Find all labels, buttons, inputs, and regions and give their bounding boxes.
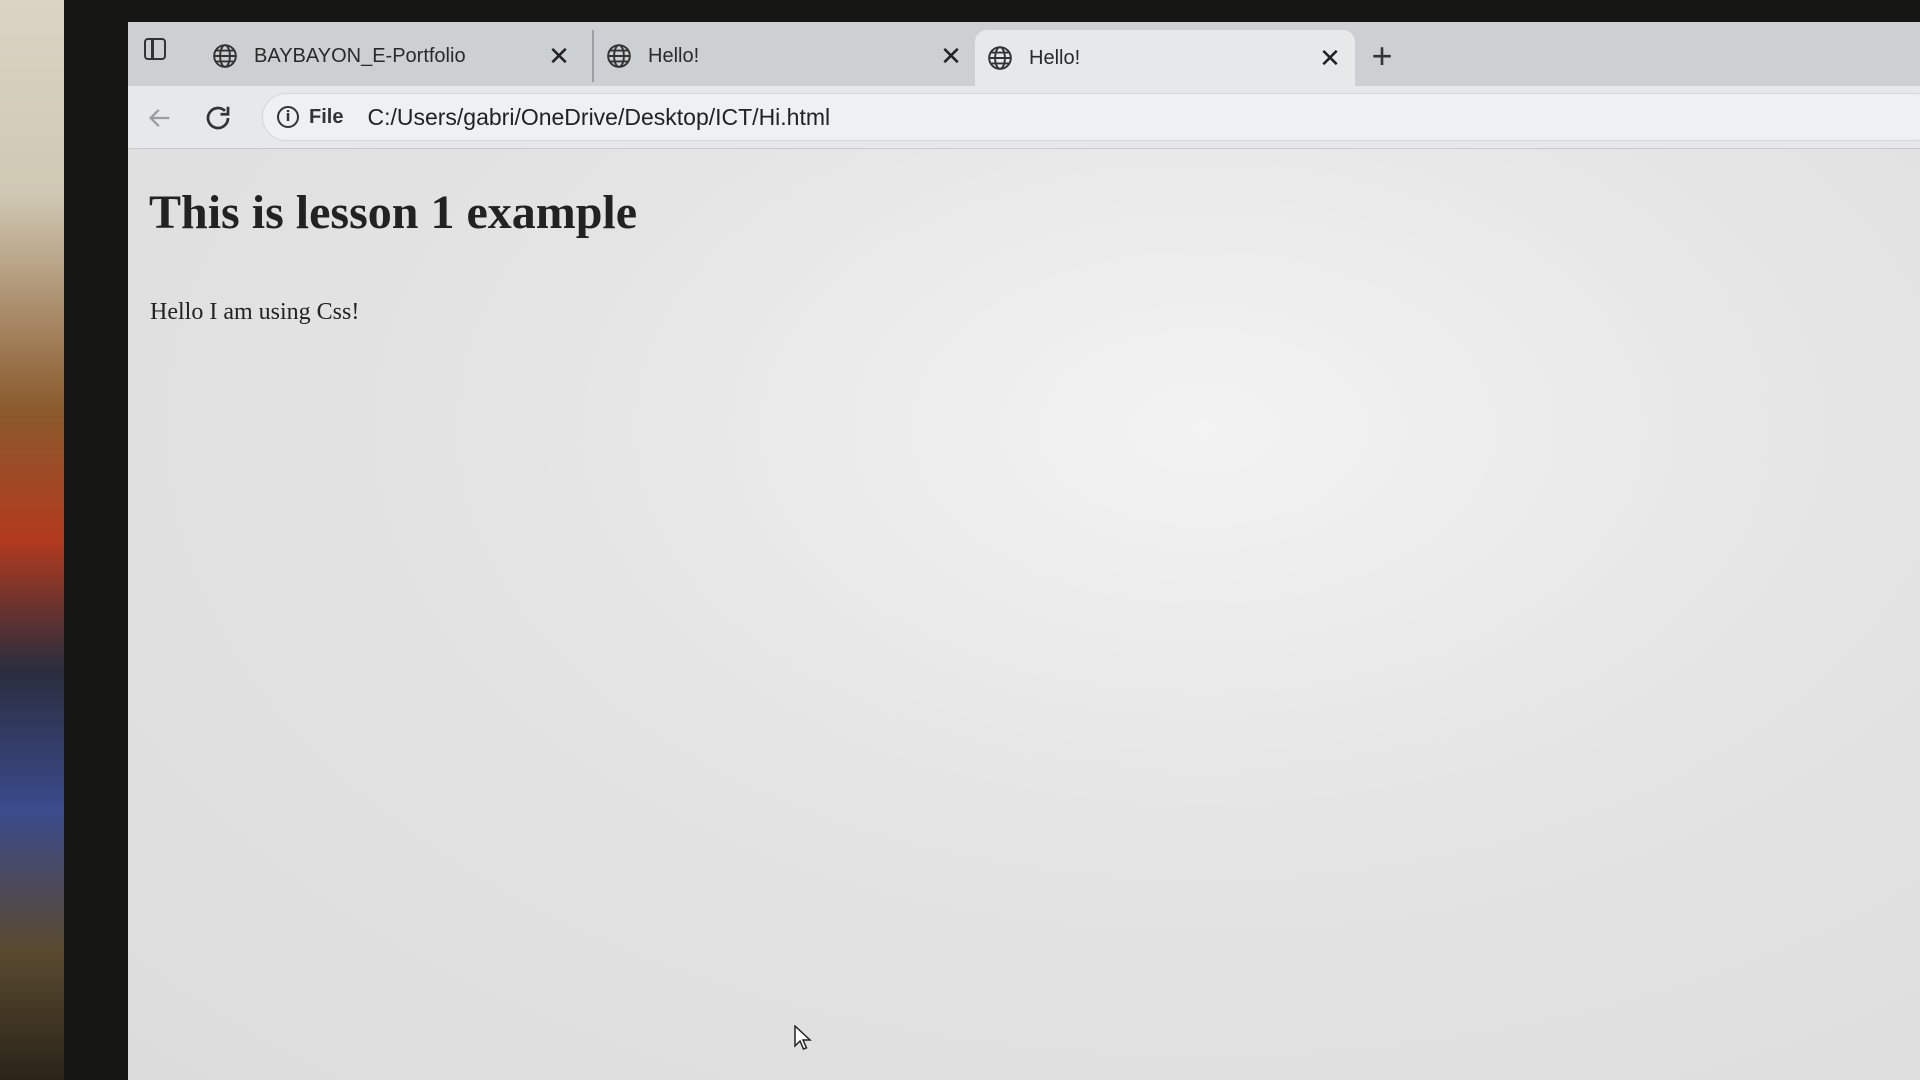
tab-label: BAYBAYON_E-Portfolio bbox=[254, 44, 466, 67]
close-tab-icon[interactable]: ✕ bbox=[938, 43, 964, 69]
url-text[interactable]: C:/Users/gabri/OneDrive/Desktop/ICT/Hi.h… bbox=[367, 104, 830, 131]
globe-icon bbox=[988, 46, 1012, 70]
address-bar[interactable]: i File C:/Users/gabri/OneDrive/Desktop/I… bbox=[262, 93, 1920, 141]
tab-label: Hello! bbox=[1029, 46, 1081, 69]
mouse-cursor-icon bbox=[794, 1025, 812, 1050]
page-paragraph: Hello I am using Css! bbox=[150, 299, 360, 325]
info-icon[interactable]: i bbox=[277, 106, 299, 128]
close-tab-icon[interactable]: ✕ bbox=[546, 43, 572, 69]
back-arrow-icon bbox=[149, 109, 170, 127]
page-heading: This is lesson 1 example bbox=[149, 186, 638, 239]
globe-icon bbox=[607, 44, 631, 68]
browser-toolbar: i File C:/Users/gabri/OneDrive/Desktop/I… bbox=[128, 86, 1920, 149]
tab-hello-active[interactable]: Hello! ✕ bbox=[975, 30, 1355, 86]
close-tab-icon[interactable]: ✕ bbox=[1317, 45, 1343, 71]
globe-icon bbox=[213, 44, 237, 68]
reload-icon bbox=[206, 106, 230, 130]
scheme-label: File bbox=[309, 105, 344, 128]
tab-hello[interactable]: Hello! ✕ bbox=[592, 30, 976, 82]
tab-label: Hello! bbox=[648, 44, 700, 67]
sidebar-toggle-icon[interactable] bbox=[144, 38, 166, 60]
tab-baybayon-portfolio[interactable]: BAYBAYON_E-Portfolio ✕ bbox=[200, 30, 584, 82]
reload-button[interactable] bbox=[200, 100, 236, 136]
back-button[interactable] bbox=[142, 100, 178, 136]
new-tab-button[interactable]: + bbox=[1362, 36, 1402, 76]
tab-strip: BAYBAYON_E-Portfolio ✕ Hello! ✕ Hello! ✕… bbox=[128, 22, 1920, 86]
page-viewport: This is lesson 1 example Hello I am usin… bbox=[128, 149, 1920, 1080]
browser-window: BAYBAYON_E-Portfolio ✕ Hello! ✕ Hello! ✕… bbox=[128, 22, 1920, 1080]
